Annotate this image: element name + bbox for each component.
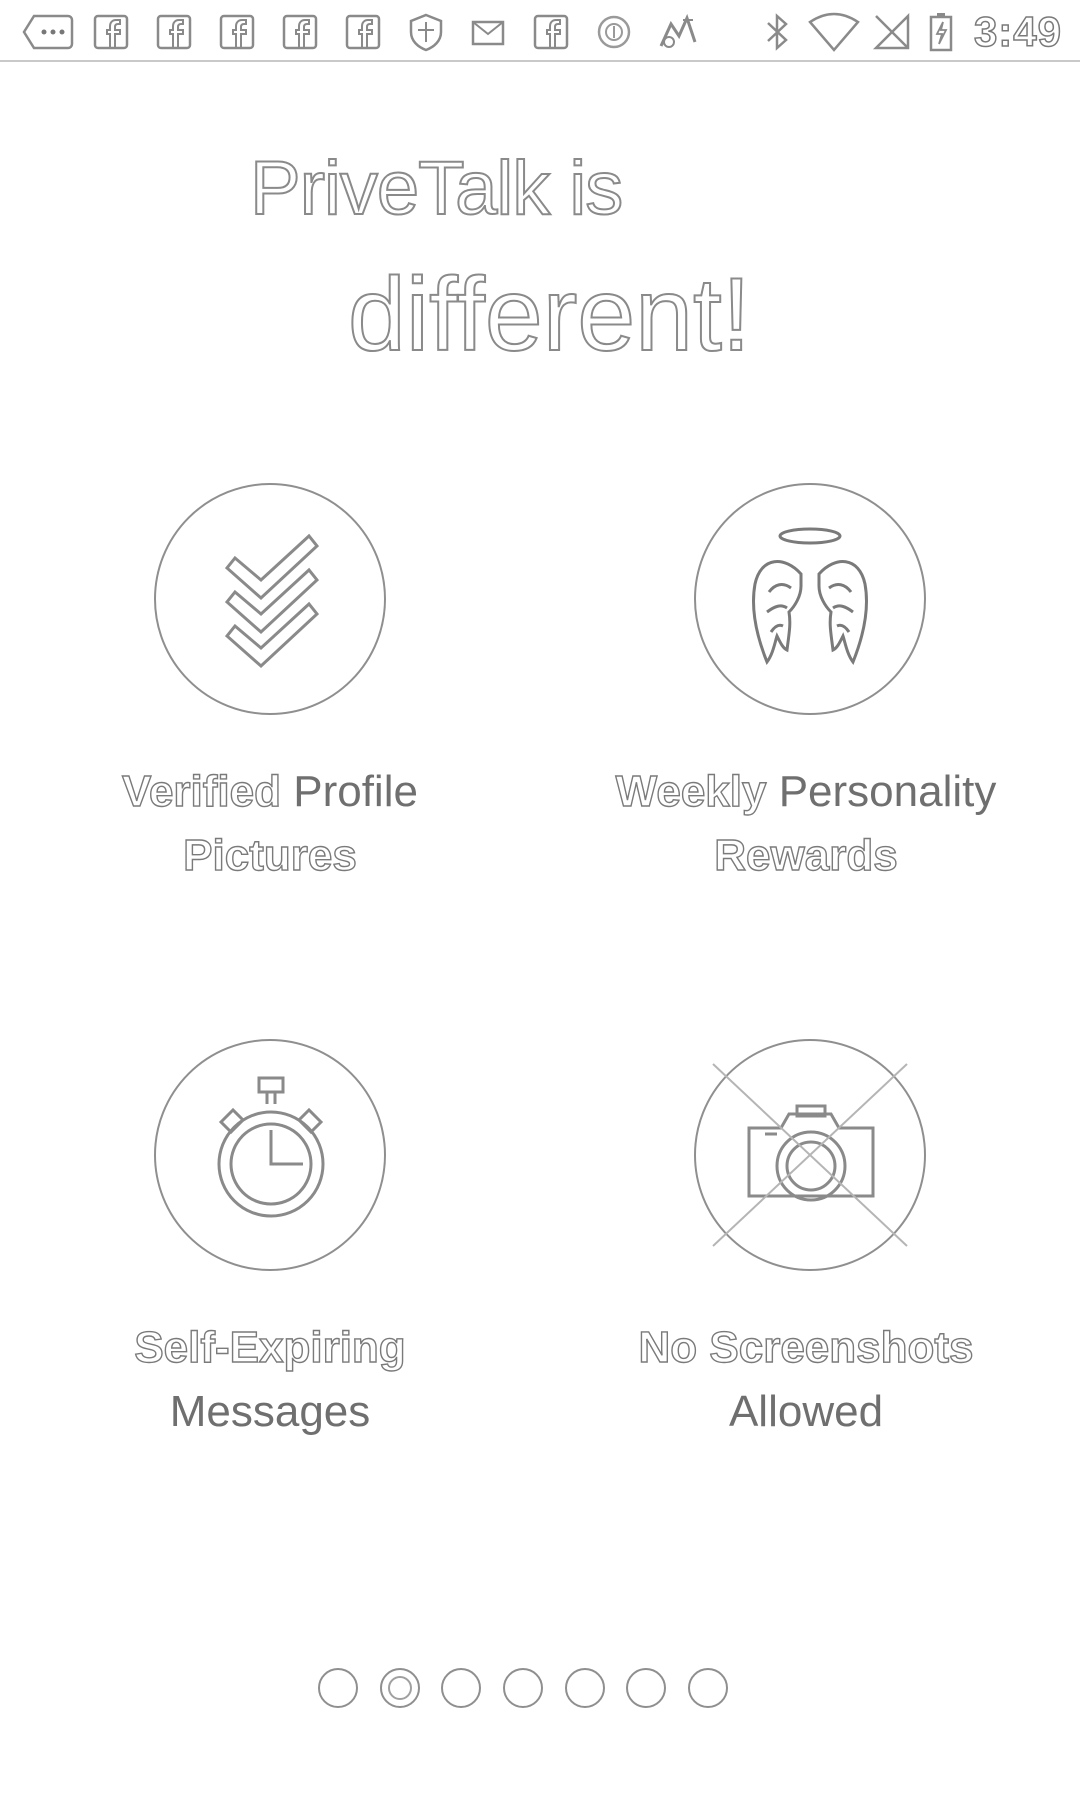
facebook-icon [153,12,195,52]
angel-wings-icon [752,527,868,666]
facebook-icon [90,12,132,52]
feature-1-rest: Profile [281,767,418,816]
verified-feature-circle [154,483,386,715]
circle-app-icon [593,12,635,52]
rewards-feature-circle [694,483,926,715]
page-dot-5[interactable] [564,1668,605,1708]
rewards-feature-label: Weekly Personality Rewards [596,760,1016,888]
page-dot-6[interactable] [626,1668,667,1708]
verified-feature-label: Verified Profile Pictures [60,760,480,888]
facebook-icon [279,12,321,52]
expiring-feature-label: Self-Expiring Messages [60,1316,480,1444]
feature-1-bold: Verified [121,766,281,816]
status-time: 3:49 [973,7,1062,56]
triple-check-icon [224,533,320,669]
feature-3-bold: Self-Expiring [134,1322,407,1372]
mail-icon [467,12,509,52]
feature-3-line2: Messages [169,1387,371,1436]
no-signal-icon [872,12,912,52]
no-screenshots-feature-circle [694,1039,926,1271]
feature-1-line2: Pictures [182,830,357,880]
no-camera-icon [712,1063,908,1247]
facebook-icon [342,12,384,52]
bluetooth-icon [760,12,794,52]
no-screenshots-feature-label: No Screenshots Allowed [596,1316,1016,1444]
facebook-icon [530,12,572,52]
more-notifications-icon[interactable] [22,12,74,52]
page-dot-3[interactable] [441,1668,482,1708]
shield-icon [405,12,447,52]
fart-app-icon [655,12,701,52]
feature-4-line2: Allowed [728,1387,884,1436]
headline-line-2: different! [347,256,752,374]
feature-4-bold: No Screenshots [638,1322,974,1372]
wifi-icon [808,12,860,52]
expiring-feature-circle [154,1039,386,1271]
page-indicator [318,1668,728,1712]
headline-line-1: PriveTalk is [249,145,624,232]
onboarding-screen: 3:49 PriveTalk is different! Verified Pr… [0,0,1080,1794]
feature-2-bold: Weekly [615,766,767,816]
page-dot-4[interactable] [502,1668,543,1708]
status-bar: 3:49 [0,0,1080,62]
page-dot-2-active[interactable] [379,1668,420,1708]
stopwatch-icon [217,1076,325,1218]
feature-2-rest: Personality [766,767,997,816]
page-dot-7[interactable] [687,1668,728,1708]
feature-2-line2: Rewards [714,830,899,880]
facebook-icon [216,12,258,52]
battery-charging-icon [926,12,956,52]
page-dot-1[interactable] [318,1668,358,1708]
